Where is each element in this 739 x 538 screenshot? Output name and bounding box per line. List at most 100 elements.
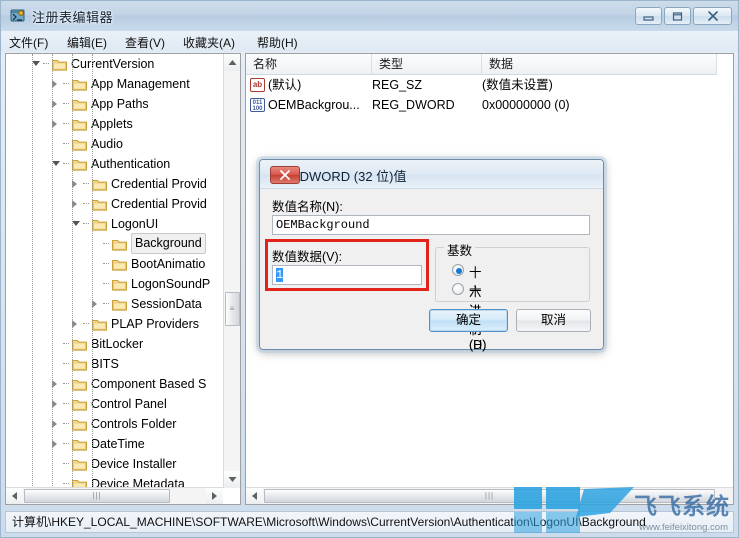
scroll-up-arrow[interactable] [224,54,240,71]
tree-guide-line [32,54,33,488]
tree-node-label: BootAnimatio [131,257,206,271]
tree-node-label: Device Installer [91,457,177,471]
registry-tree: CurrentVersion App Management App Paths App… [6,54,224,488]
folder-icon [72,357,87,371]
tree-node-logonsoundp[interactable]: LogonSoundP [6,274,224,294]
tree-node-authentication[interactable]: Authentication [6,154,224,174]
ok-button[interactable]: 确定 [429,309,508,332]
values-column-header: 名称 类型 数据 [246,54,717,75]
column-header-type[interactable]: 类型 [372,54,482,74]
tree-node-label: Applets [91,117,133,131]
folder-icon [72,457,87,471]
tree-node-applets[interactable]: Applets [6,114,224,134]
dialog-close-button[interactable] [270,166,300,184]
tree-horizontal-scrollbar[interactable]: ||| [6,487,223,504]
tree-connector [83,323,89,324]
tree-node-credential-provid[interactable]: Credential Provid [6,174,224,194]
value-data-cell: (数值未设置) [482,78,553,92]
tree-node-device-metadata[interactable]: Device Metadata [6,474,224,488]
folder-icon [92,177,107,191]
tree-connector [63,123,69,124]
tree-connector [63,463,69,464]
tree-node-bootanimatio[interactable]: BootAnimatio [6,254,224,274]
tree-connector [63,103,69,104]
tree-node-controls-folder[interactable]: Controls Folder [6,414,224,434]
tree-node-sessiondata[interactable]: SessionData [6,294,224,314]
tree-node-device-installer[interactable]: Device Installer [6,454,224,474]
tree-node-label: Credential Provid [111,177,207,191]
tree-connector [103,263,109,264]
tree-node-control-panel[interactable]: Control Panel [6,394,224,414]
tree-node-label: App Management [91,77,190,91]
tree-node-bits[interactable]: BITS [6,354,224,374]
menu-item-file[interactable]: 文件(F) [5,34,52,51]
tree-node-component-based-s[interactable]: Component Based S [6,374,224,394]
tree-connector [63,143,69,144]
value-row[interactable]: 011 100 OEMBackgrou... REG_DWORD 0x00000000 … [246,95,717,115]
scroll-left-arrow[interactable] [6,488,23,504]
cancel-button[interactable]: 取消 [516,309,591,332]
tree-node-label: BitLocker [91,337,144,351]
dialog-body: 数值名称(N): OEMBackground 数值数据(V): 1 基数 十六进… [260,189,603,352]
tree-node-label: Device Metadata [91,477,185,488]
value-row[interactable]: ab (默认) REG_SZ (数值未设置) [246,75,717,95]
values-horizontal-scrollbar[interactable]: ||| [246,487,733,504]
radio-hexadecimal-dot [452,264,464,276]
value-name-input[interactable]: OEMBackground [272,215,590,235]
tree-connector [63,383,69,384]
tree-vertical-scrollbar[interactable]: ≡ [223,54,240,488]
values-scroll-left-arrow[interactable] [246,488,263,504]
tree-connector [103,303,109,304]
scroll-thumb-grip: ≡ [229,304,236,313]
scroll-right-arrow[interactable] [206,488,223,504]
values-hscroll-grip: ||| [484,491,495,500]
tree-node-app-management[interactable]: App Management [6,74,224,94]
maximize-button[interactable] [664,7,691,25]
tree-collapse-arrow-icon[interactable] [52,161,60,166]
tree-node-label: Control Panel [91,397,167,411]
tree-collapse-arrow-icon[interactable] [32,61,40,66]
column-header-data[interactable]: 数据 [482,54,717,74]
value-name-label: 数值名称(N): [272,200,343,214]
tree-connector [83,203,89,204]
tree-node-datetime[interactable]: DateTime [6,434,224,454]
tree-node-label: Component Based S [91,377,207,391]
dialog-titlebar[interactable]: 编辑 DWORD (32 位)值 [260,160,603,189]
values-list: ab (默认) REG_SZ (数值未设置) 011 100 OEMBackgrou... R… [246,75,717,115]
tree-connector [43,63,49,64]
tree-node-plap-providers[interactable]: PLAP Providers [6,314,224,334]
tree-node-app-paths[interactable]: App Paths [6,94,224,114]
tree-guide-line [92,54,93,488]
tree-node-currentversion[interactable]: CurrentVersion [6,54,224,74]
status-bar: 计算机\HKEY_LOCAL_MACHINE\SOFTWARE\Microsof… [5,511,734,533]
tree-node-credential-provid[interactable]: Credential Provid [6,194,224,214]
tree-collapse-arrow-icon[interactable] [72,221,80,226]
close-button[interactable] [693,7,732,25]
tree-node-bitlocker[interactable]: BitLocker [6,334,224,354]
column-header-name[interactable]: 名称 [246,54,372,74]
scroll-down-arrow[interactable] [224,471,240,488]
tree-node-label: Authentication [91,157,171,171]
tree-node-audio[interactable]: Audio [6,134,224,154]
menu-item-edit[interactable]: 编辑(E) [63,34,111,51]
menu-item-favorites[interactable]: 收藏夹(A) [179,34,239,51]
tree-connector [63,343,69,344]
tree-scroll-thumb[interactable]: ≡ [225,292,240,326]
values-hscroll-thumb[interactable]: ||| [264,489,715,503]
folder-icon [112,277,127,291]
minimize-button[interactable] [635,7,662,25]
tree-viewport[interactable]: CurrentVersion App Management App Paths App… [6,54,224,488]
folder-icon [72,437,87,451]
value-data-cell: 0x00000000 (0) [482,98,570,112]
base-group-label: 基数 [444,240,476,259]
tree-guide-line [52,54,53,488]
hscroll-thumb-grip: ||| [92,491,102,500]
registry-editor-window: 注册表编辑器 文件(F) 编辑(E) 查看(V) 收藏夹(A) 帮助(H) Cu… [0,0,739,538]
menu-item-view[interactable]: 查看(V) [121,34,169,51]
tree-node-label: Controls Folder [91,417,177,431]
menu-item-help[interactable]: 帮助(H) [253,34,302,51]
window-titlebar[interactable]: 注册表编辑器 [1,1,738,31]
tree-node-logonui[interactable]: LogonUI [6,214,224,234]
tree-node-background[interactable]: Background [6,233,224,254]
tree-hscroll-thumb[interactable]: ||| [24,489,170,503]
